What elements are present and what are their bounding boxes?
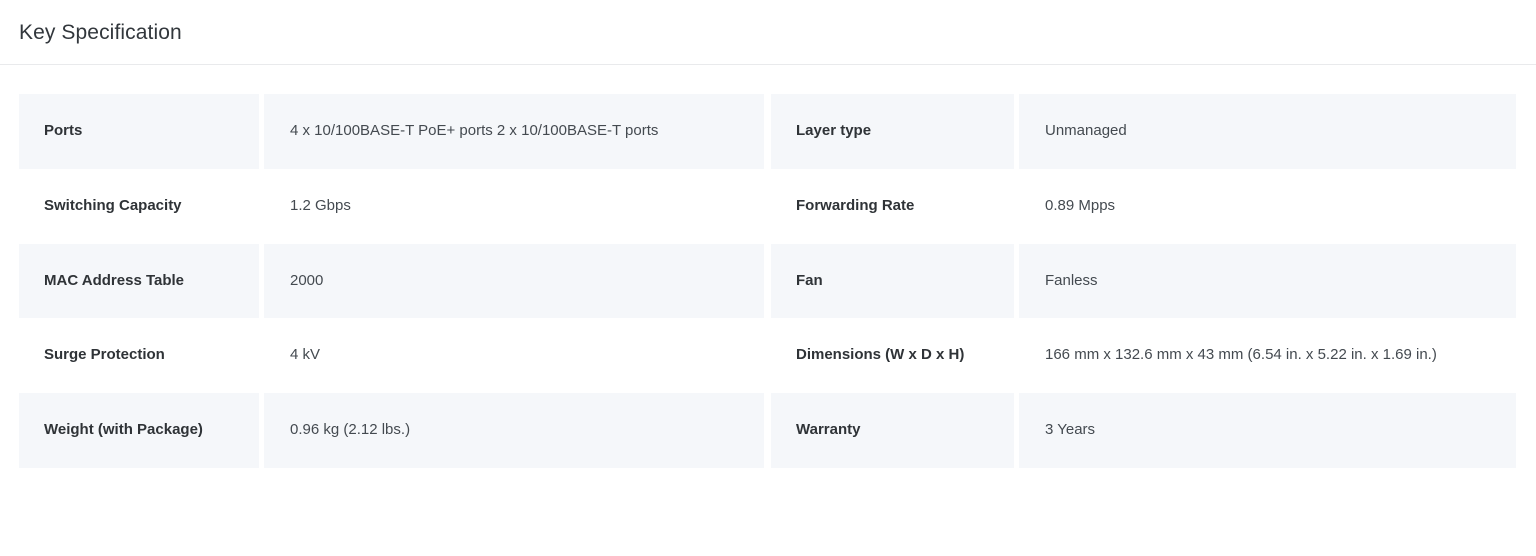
key-specification-panel: Key Specification Ports 4 x 10/100BASE-T…: [0, 0, 1536, 556]
spec-label: Ports: [19, 94, 259, 169]
spec-label: Fan: [771, 243, 1014, 319]
table-row: Forwarding Rate 0.89 Mpps: [771, 168, 1516, 244]
table-row: Fan Fanless: [771, 243, 1516, 319]
spec-table-left: Ports 4 x 10/100BASE-T PoE+ ports 2 x 10…: [19, 94, 764, 468]
panel-header: Key Specification: [0, 0, 1536, 65]
table-row: Dimensions (W x D x H) 166 mm x 132.6 mm…: [771, 318, 1516, 393]
spec-value: 1.2 Gbps: [264, 168, 764, 244]
spec-value: 0.89 Mpps: [1019, 168, 1516, 244]
spec-label: Weight (with Package): [19, 393, 259, 468]
page-title: Key Specification: [19, 20, 182, 44]
spec-value: 3 Years: [1019, 393, 1516, 468]
spec-label: Forwarding Rate: [771, 168, 1014, 244]
spec-value: 4 kV: [264, 318, 764, 393]
table-row: Weight (with Package) 0.96 kg (2.12 lbs.…: [19, 393, 764, 468]
table-row: Surge Protection 4 kV: [19, 318, 764, 393]
spec-table-right: Layer type Unmanaged Forwarding Rate 0.8…: [771, 94, 1516, 468]
spec-value: 166 mm x 132.6 mm x 43 mm (6.54 in. x 5.…: [1019, 318, 1516, 393]
spec-label: Switching Capacity: [19, 168, 259, 244]
spec-value: Fanless: [1019, 243, 1516, 319]
spec-value: 4 x 10/100BASE-T PoE+ ports 2 x 10/100BA…: [264, 94, 764, 169]
table-row: Warranty 3 Years: [771, 393, 1516, 468]
spec-label: Warranty: [771, 393, 1014, 468]
spec-label: Layer type: [771, 94, 1014, 169]
spec-value: 0.96 kg (2.12 lbs.): [264, 393, 764, 468]
spec-label: Surge Protection: [19, 318, 259, 393]
table-row: Ports 4 x 10/100BASE-T PoE+ ports 2 x 10…: [19, 94, 764, 169]
spec-value: Unmanaged: [1019, 94, 1516, 169]
table-row: MAC Address Table 2000: [19, 243, 764, 319]
spec-value: 2000: [264, 243, 764, 319]
table-row: Switching Capacity 1.2 Gbps: [19, 168, 764, 244]
table-row: Layer type Unmanaged: [771, 94, 1516, 169]
specification-tables: Ports 4 x 10/100BASE-T PoE+ ports 2 x 10…: [0, 65, 1536, 556]
spec-label: Dimensions (W x D x H): [771, 318, 1014, 393]
spec-label: MAC Address Table: [19, 243, 259, 319]
